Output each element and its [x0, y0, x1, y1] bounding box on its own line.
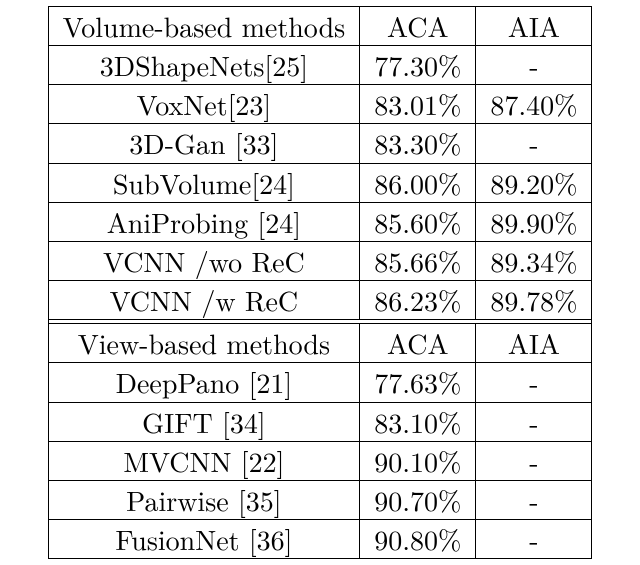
header-view-methods: View-based methods — [48, 324, 360, 363]
table-row: SubVolume[24] 86.00% 89.20% — [48, 163, 592, 202]
cell-aia: - — [476, 363, 592, 402]
table-row: VCNN /wo ReC 85.66% 89.34% — [48, 241, 592, 280]
cell-aca: 85.60% — [360, 202, 476, 241]
cell-method: DeepPano [21] — [48, 363, 360, 402]
cell-aca: 77.30% — [360, 46, 476, 85]
cell-aia: - — [476, 402, 592, 441]
cell-aca: 86.23% — [360, 281, 476, 320]
table-row: Pairwise [35] 90.70% - — [48, 480, 592, 519]
cell-aca: 90.70% — [360, 480, 476, 519]
cell-aia: - — [476, 480, 592, 519]
cell-aia: 89.78% — [476, 281, 592, 320]
cell-method: FusionNet [36] — [48, 520, 360, 559]
table-row: FusionNet [36] 90.80% - — [48, 520, 592, 559]
cell-method: 3DShapeNets[25] — [48, 46, 360, 85]
cell-aca: 83.30% — [360, 124, 476, 163]
cell-method: VCNN /w ReC — [48, 281, 360, 320]
cell-method: GIFT [34] — [48, 402, 360, 441]
cell-aia: - — [476, 520, 592, 559]
header-row-view: View-based methods ACA AIA — [48, 324, 592, 363]
header-aia: AIA — [476, 7, 592, 46]
header-aca: ACA — [360, 324, 476, 363]
cell-aca: 77.63% — [360, 363, 476, 402]
cell-method: Pairwise [35] — [48, 480, 360, 519]
cell-aca: 85.66% — [360, 241, 476, 280]
cell-aia: - — [476, 46, 592, 85]
header-volume-methods: Volume-based methods — [48, 7, 360, 46]
cell-aia: 89.20% — [476, 163, 592, 202]
table-row: VCNN /w ReC 86.23% 89.78% — [48, 281, 592, 320]
table-row: VoxNet[23] 83.01% 87.40% — [48, 85, 592, 124]
table-row: MVCNN [22] 90.10% - — [48, 441, 592, 480]
header-row-volume: Volume-based methods ACA AIA — [48, 7, 592, 46]
cell-aca: 86.00% — [360, 163, 476, 202]
cell-aia: 87.40% — [476, 85, 592, 124]
cell-method: SubVolume[24] — [48, 163, 360, 202]
cell-method: VoxNet[23] — [48, 85, 360, 124]
cell-aca: 83.10% — [360, 402, 476, 441]
cell-aca: 90.10% — [360, 441, 476, 480]
cell-aia: 89.90% — [476, 202, 592, 241]
cell-method: AniProbing [24] — [48, 202, 360, 241]
table-row: GIFT [34] 83.10% - — [48, 402, 592, 441]
cell-aia: 89.34% — [476, 241, 592, 280]
table-row: 3DShapeNets[25] 77.30% - — [48, 46, 592, 85]
cell-aca: 83.01% — [360, 85, 476, 124]
table-row: 3D-Gan [33] 83.30% - — [48, 124, 592, 163]
cell-aca: 90.80% — [360, 520, 476, 559]
cell-aia: - — [476, 441, 592, 480]
cell-method: MVCNN [22] — [48, 441, 360, 480]
header-aia: AIA — [476, 324, 592, 363]
results-table: Volume-based methods ACA AIA 3DShapeNets… — [48, 6, 593, 559]
cell-aia: - — [476, 124, 592, 163]
table-row: AniProbing [24] 85.60% 89.90% — [48, 202, 592, 241]
header-aca: ACA — [360, 7, 476, 46]
cell-method: VCNN /wo ReC — [48, 241, 360, 280]
cell-method: 3D-Gan [33] — [48, 124, 360, 163]
table-row: DeepPano [21] 77.63% - — [48, 363, 592, 402]
